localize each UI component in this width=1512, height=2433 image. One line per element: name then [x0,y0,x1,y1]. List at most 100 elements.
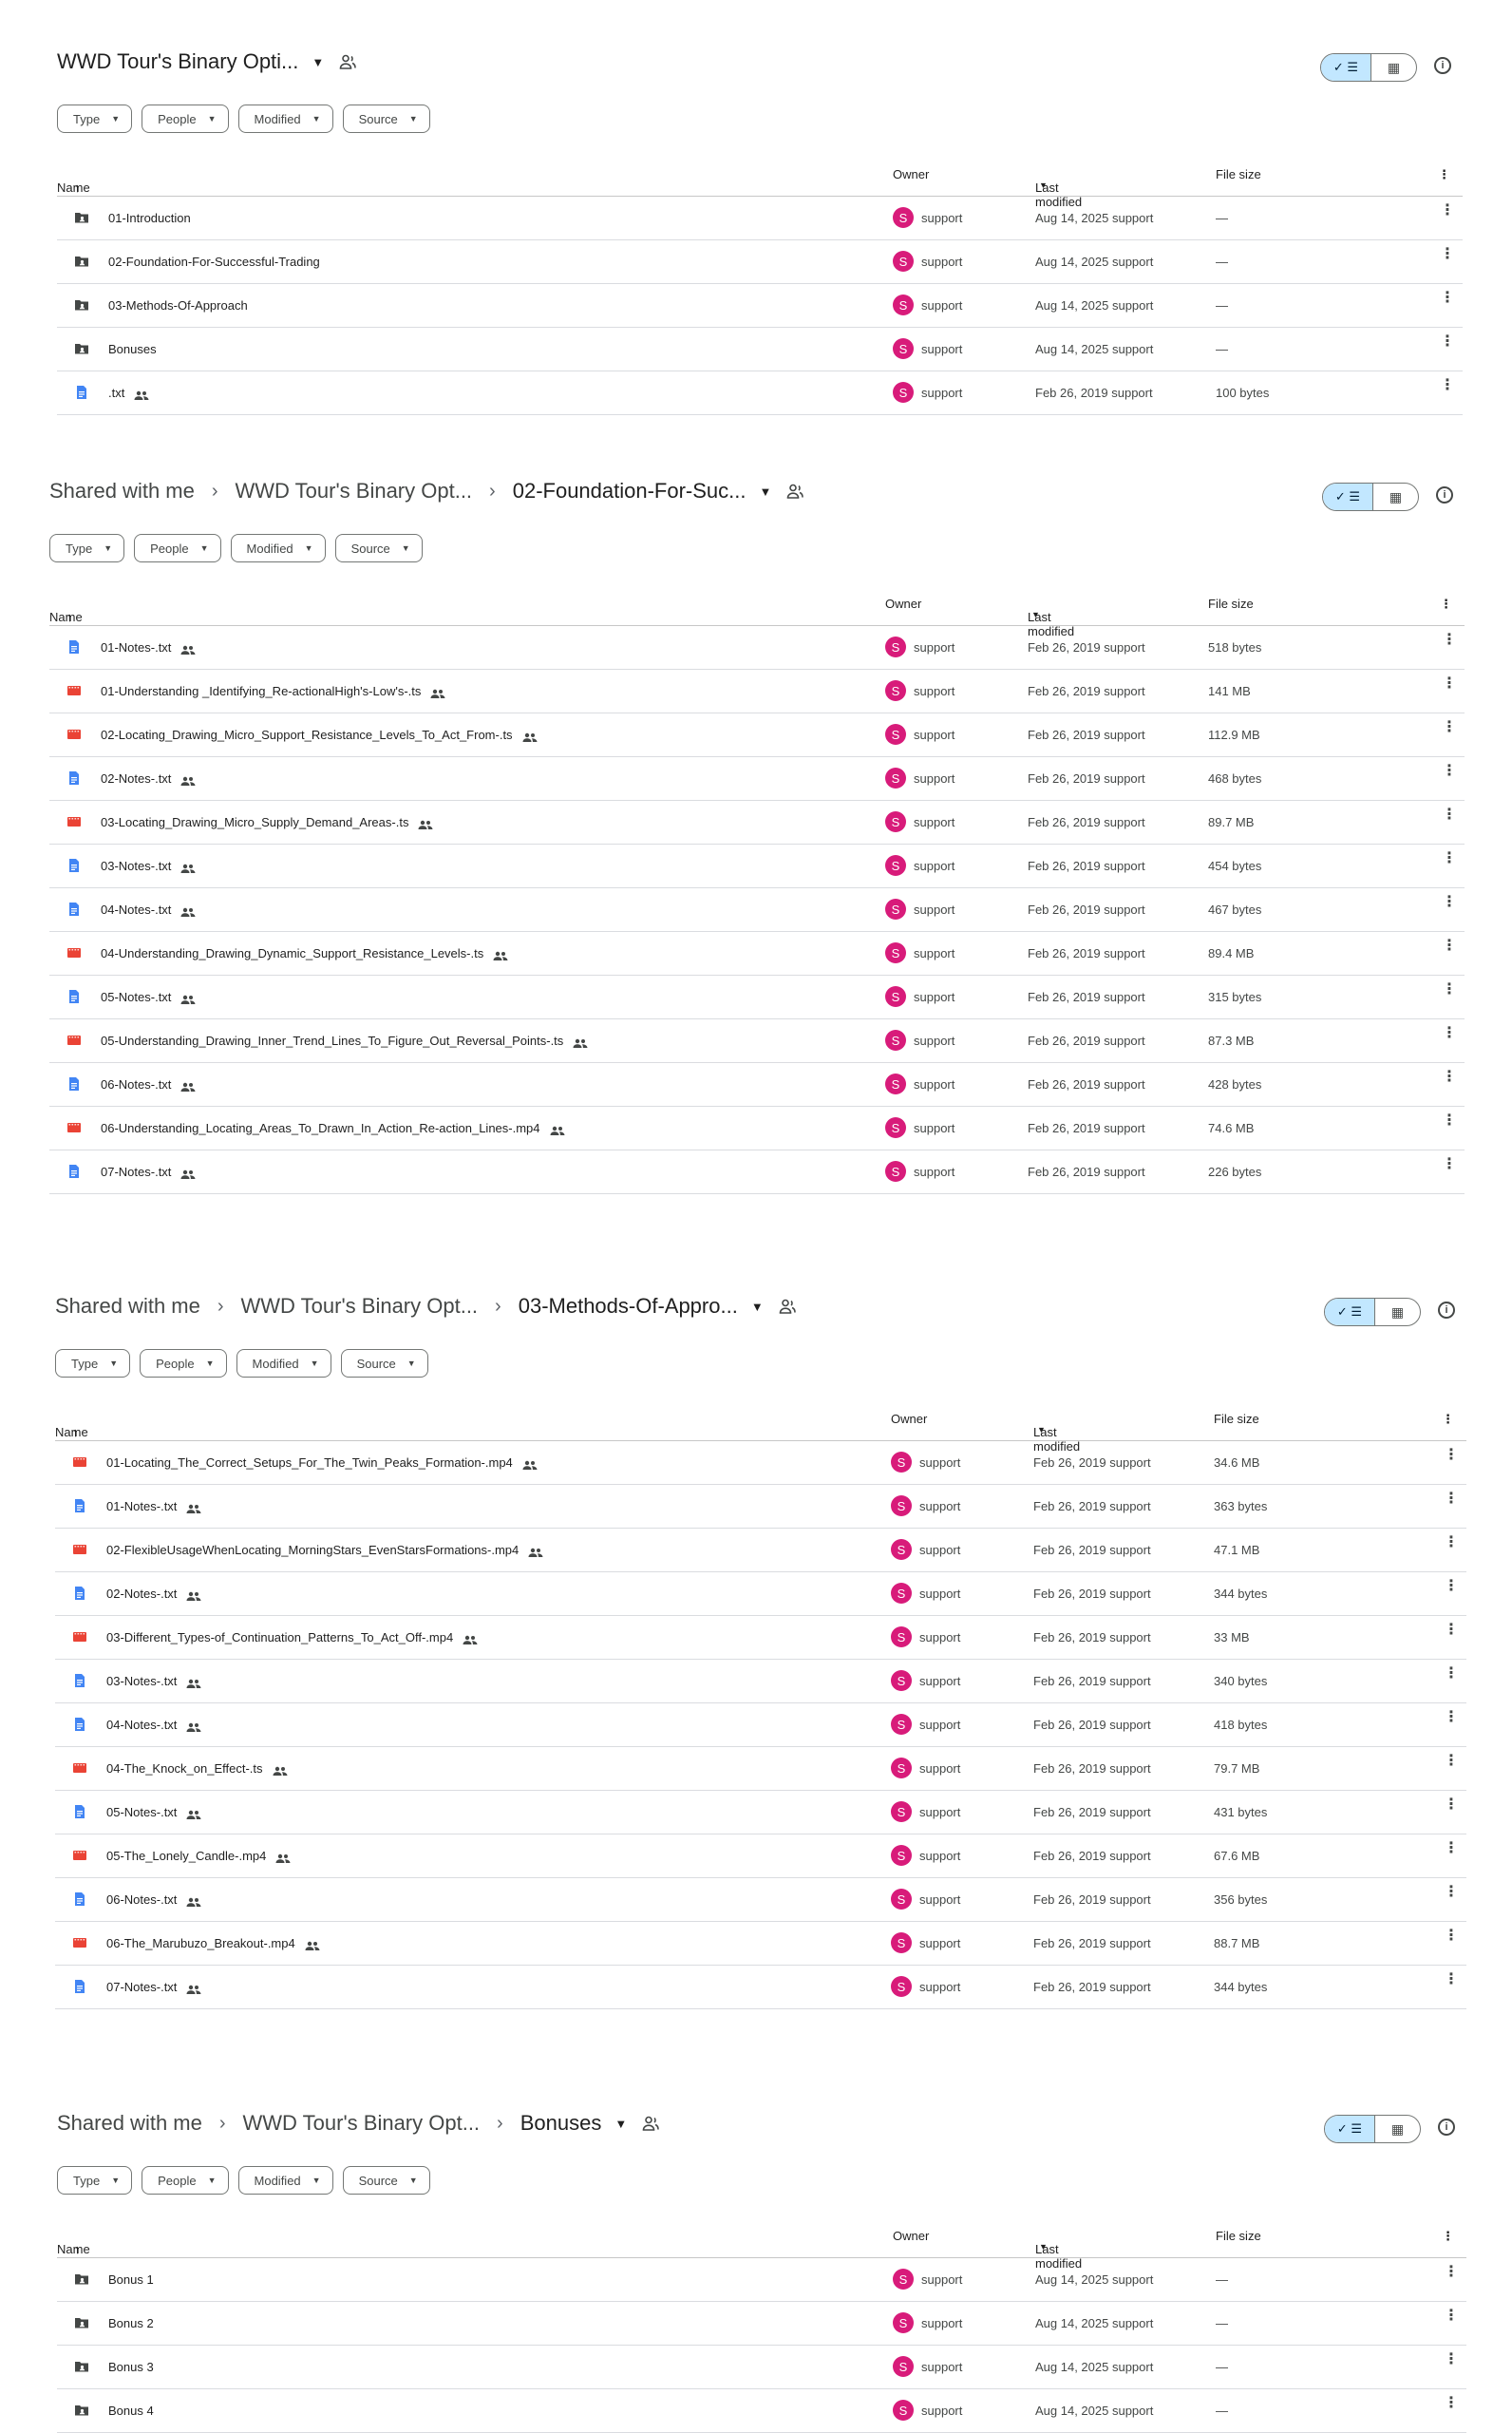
table-row[interactable]: 07-Notes-.txt Ssupport Feb 26, 2019 suppor… [55,1966,1466,2009]
file-name[interactable]: 06-Notes-.txt [101,1077,196,1092]
grid-view-icon[interactable]: ▦ [1375,1299,1420,1325]
row-more-options-icon[interactable]: ⋮ [1444,1972,1459,1987]
table-row[interactable]: 03-Methods-Of-Approach Ssupport Aug 14, 20… [57,284,1463,328]
table-row[interactable]: 05-The_Lonely_Candle-.mp4 Ssupport Feb 26,… [55,1834,1466,1878]
breadcrumb-item[interactable]: WWD Tour's Binary Opt... [236,479,473,504]
row-more-options-icon[interactable]: ⋮ [1440,291,1455,306]
sort-arrow-up-icon[interactable]: ↑ [74,2242,81,2256]
folder-menu-caret[interactable]: ▼ [614,2117,627,2131]
filter-chip-type[interactable]: Type ▼ [57,105,133,133]
table-row[interactable]: 02-FlexibleUsageWhenLocating_MorningStar… [55,1529,1466,1572]
file-name[interactable]: 01-Understanding _Identifying_Re-actiona… [101,684,445,698]
table-row[interactable]: 03-Different_Types-of_Continuation_Patte… [55,1616,1466,1660]
file-name[interactable]: 05-Notes-.txt [106,1805,201,1819]
table-row[interactable]: 04-Notes-.txt Ssupport Feb 26, 2019 suppor… [55,1703,1466,1747]
avatar[interactable]: S [891,1495,912,1516]
row-more-options-icon[interactable]: ⋮ [1440,203,1455,219]
table-row[interactable]: 07-Understanding_Gaps-.mp4SsupportFeb 26… [49,1194,1465,1197]
file-name[interactable]: 06-The_Marubuzo_Breakout-.mp4 [106,1936,320,1950]
sort-arrow-up-icon[interactable]: ↑ [66,610,73,624]
file-name[interactable]: Bonus 1 [108,2272,154,2287]
info-icon[interactable]: i [1436,486,1453,504]
row-more-options-icon[interactable]: ⋮ [1442,1157,1457,1172]
file-name[interactable]: 01-Notes-.txt [101,640,196,655]
filter-chip-source[interactable]: Source ▼ [342,105,430,133]
row-more-options-icon[interactable]: ⋮ [1444,1448,1459,1463]
file-name[interactable]: 06-Notes-.txt [106,1892,201,1907]
table-row[interactable]: Bonus 1 Ssupport Aug 14, 2025 support — ⋮ [57,2258,1466,2302]
grid-view-icon[interactable]: ▦ [1373,484,1418,510]
file-name[interactable]: 01-Locating_The_Correct_Setups_For_The_T… [106,1455,538,1470]
view-toggle[interactable]: ✓ ☰ ▦ [1324,2115,1421,2143]
view-toggle[interactable]: ✓ ☰ ▦ [1324,1298,1421,1326]
file-name[interactable]: 03-Notes-.txt [101,859,196,873]
grid-view-icon[interactable]: ▦ [1375,2116,1420,2142]
avatar[interactable]: S [891,1626,912,1647]
table-row[interactable]: Bonus 4 Ssupport Aug 14, 2025 support — ⋮ [57,2389,1466,2433]
avatar[interactable]: S [885,811,906,832]
table-row[interactable]: 06-Notes-.txt Ssupport Feb 26, 2019 suppor… [49,1063,1465,1107]
row-more-options-icon[interactable]: ⋮ [1444,2352,1459,2367]
table-row[interactable]: 01-Locating_The_Correct_Setups_For_The_T… [55,1441,1466,1485]
filter-chip-source[interactable]: Source ▼ [342,2166,430,2195]
file-name[interactable]: 05-The_Lonely_Candle-.mp4 [106,1849,291,1863]
filter-chip-modified[interactable]: Modified ▼ [236,1349,331,1378]
filter-chip-people[interactable]: People ▼ [142,105,229,133]
file-name[interactable]: 02-Notes-.txt [106,1587,201,1601]
info-icon[interactable]: i [1438,2119,1455,2136]
avatar[interactable]: S [885,637,906,657]
row-more-options-icon[interactable]: ⋮ [1442,939,1457,954]
avatar[interactable]: S [885,986,906,1007]
shared-folder-icon[interactable] [786,484,804,499]
table-row[interactable]: 06-Understanding_Locating_Areas_To_Drawn… [49,1107,1465,1150]
row-more-options-icon[interactable]: ⋮ [1444,1754,1459,1769]
shared-folder-icon[interactable] [779,1299,796,1314]
file-name[interactable]: Bonuses [108,342,157,356]
avatar[interactable]: S [885,1161,906,1182]
row-more-options-icon[interactable]: ⋮ [1442,1113,1457,1129]
list-view-icon[interactable]: ✓ ☰ [1321,54,1371,81]
row-more-options-icon[interactable]: ⋮ [1444,2265,1459,2280]
info-icon[interactable]: i [1438,1302,1455,1319]
avatar[interactable]: S [885,1074,906,1094]
avatar[interactable]: S [893,338,914,359]
info-icon[interactable]: i [1434,57,1451,74]
file-name[interactable]: 07-Notes-.txt [101,1165,196,1179]
table-row[interactable]: 02-Foundation-For-Successful-Trading Ssup… [57,240,1463,284]
filter-chip-people[interactable]: People ▼ [140,1349,227,1378]
more-options-icon[interactable]: ⋮ [1442,1412,1454,1427]
avatar[interactable]: S [893,251,914,272]
avatar[interactable]: S [893,295,914,315]
file-name[interactable]: 04-Notes-.txt [106,1718,201,1732]
avatar[interactable]: S [885,855,906,876]
table-row[interactable]: 08-Notes-.txtSsupportFeb 26, 2019 suppor… [55,2009,1466,2012]
row-more-options-icon[interactable]: ⋮ [1444,1666,1459,1682]
table-row[interactable]: Bonuses Ssupport Aug 14, 2025 support — ⋮ [57,328,1463,371]
row-more-options-icon[interactable]: ⋮ [1444,1579,1459,1594]
avatar[interactable]: S [885,1030,906,1051]
row-more-options-icon[interactable]: ⋮ [1444,1797,1459,1813]
file-name[interactable]: 02-Locating_Drawing_Micro_Support_Resist… [101,728,538,742]
table-row[interactable]: 05-Understanding_Drawing_Inner_Trend_Lin… [49,1019,1465,1063]
file-name[interactable]: 01-Notes-.txt [106,1499,201,1513]
table-row[interactable]: 03-Notes-.txt Ssupport Feb 26, 2019 suppor… [49,845,1465,888]
file-name[interactable]: 03-Different_Types-of_Continuation_Patte… [106,1630,478,1644]
filter-chip-source[interactable]: Source ▼ [340,1349,428,1378]
file-name[interactable]: Bonus 2 [108,2316,154,2330]
filter-chip-type[interactable]: Type ▼ [55,1349,131,1378]
filter-chip-modified[interactable]: Modified ▼ [237,2166,333,2195]
table-row[interactable]: 05-Notes-.txt Ssupport Feb 26, 2019 suppor… [49,976,1465,1019]
avatar[interactable]: S [891,1801,912,1822]
row-more-options-icon[interactable]: ⋮ [1444,1885,1459,1900]
avatar[interactable]: S [893,382,914,403]
row-more-options-icon[interactable]: ⋮ [1442,808,1457,823]
table-row[interactable]: Bonus 2 Ssupport Aug 14, 2025 support — ⋮ [57,2302,1466,2346]
grid-view-icon[interactable]: ▦ [1371,54,1416,81]
row-more-options-icon[interactable]: ⋮ [1442,982,1457,998]
file-name[interactable]: 02-Foundation-For-Successful-Trading [108,255,320,269]
shared-folder-icon[interactable] [642,2116,660,2131]
table-row[interactable]: 04-Notes-.txt Ssupport Feb 26, 2019 suppor… [49,888,1465,932]
file-name[interactable]: 01-Introduction [108,211,191,225]
table-row[interactable]: 04-Understanding_Drawing_Dynamic_Support… [49,932,1465,976]
table-row[interactable]: Bonus 3 Ssupport Aug 14, 2025 support — ⋮ [57,2346,1466,2389]
